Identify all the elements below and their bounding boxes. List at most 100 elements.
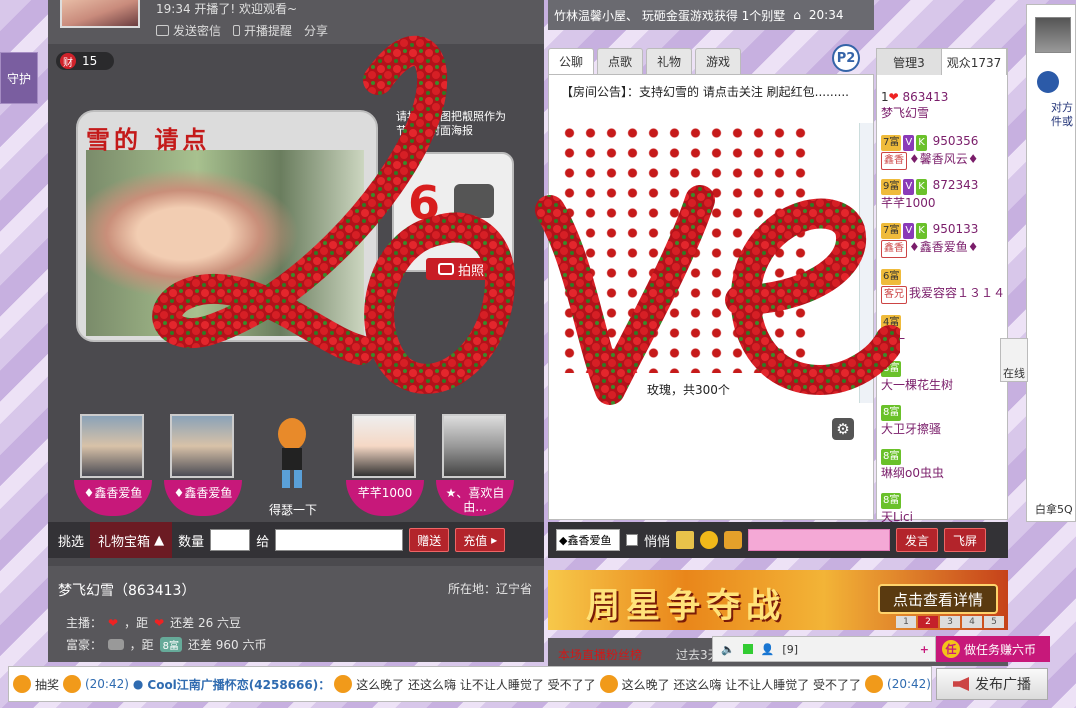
banner-title: 周星争夺战 (586, 586, 786, 626)
whisper-label: 悄悄 (644, 534, 671, 550)
side-text: 对方件或 (1051, 101, 1073, 128)
chat-tabs: 公聊 点歌 礼物 游戏 (548, 48, 874, 74)
video-frame[interactable]: 雪的 请点 (76, 110, 378, 342)
user-row[interactable]: 7富 V K 950133 鑫香 ♦鑫香爱鱼♦ (881, 221, 1005, 258)
guard-slot-1[interactable]: ♦鑫香爱鱼 (74, 414, 152, 516)
chat-scrollbar[interactable] (859, 123, 873, 403)
anchor-level-row: 主播： ❤ ，距 ❤ 还差 26 六豆 (66, 614, 241, 631)
banner-page[interactable]: 1 (896, 616, 916, 628)
task-button[interactable]: 任 做任务赚六币 (936, 636, 1050, 662)
user-row[interactable]: 8富 琳纲o0虫虫 (881, 447, 1005, 481)
live-remind-link[interactable]: 开播提醒 (233, 22, 292, 39)
guard-slot-5[interactable]: ★、喜欢自由... (436, 414, 514, 516)
house-icon: ⌂ (793, 8, 801, 22)
give-button[interactable]: 赠送 (409, 528, 450, 552)
guard-slot-3[interactable]: 得瑟一下 (260, 414, 326, 518)
user-tag: 9富 (881, 179, 902, 195)
ticker-time: (20:42) (887, 677, 931, 691)
send-button[interactable]: 发言 (896, 528, 939, 552)
host-location: 所在地：辽宁省 (447, 582, 532, 596)
guard-slot-4[interactable]: 芊芊1000 (346, 414, 424, 516)
fly-screen-button[interactable]: 飞屏 (944, 528, 987, 552)
face-icon (334, 675, 353, 693)
tab-gifts[interactable]: 礼物 (646, 48, 692, 74)
pick-label: 挑选 (58, 534, 85, 550)
tab-audience[interactable]: 观众1737 (942, 49, 1007, 75)
user-tag: 8富 (881, 449, 902, 465)
recharge-button-label: 充值 (463, 533, 488, 548)
user-row[interactable]: 8富 大卫牙擦骚 (881, 403, 1005, 437)
host-avatar[interactable] (60, 0, 140, 28)
side-avatar[interactable] (1035, 17, 1071, 53)
side-panel: 对方件或 白拿5Q (1026, 4, 1076, 522)
picture-icon[interactable] (676, 531, 695, 549)
week-star-banner[interactable]: 周星争夺战 点击查看详情 1 2 3 4 5 (548, 570, 1008, 630)
treasure-counter[interactable]: 财 15 (56, 52, 114, 70)
user-row[interactable]: 9富 V K 872343 芊芊1000 (881, 177, 1005, 211)
user-row[interactable]: 4富 星一 (881, 313, 1005, 347)
user-name: 琳纲o0虫虫 (881, 466, 944, 480)
user-tag: 6富 (881, 269, 902, 285)
share-link[interactable]: 分享 (304, 22, 328, 39)
banner-detail-button[interactable]: 点击查看详情 (878, 584, 998, 614)
chat-text-field[interactable] (748, 529, 891, 551)
recharge-button[interactable]: 充值 ▸ (455, 528, 506, 552)
user-row[interactable]: 1❤ 863413 梦飞幻雪 (881, 89, 1005, 121)
chat-target-select[interactable]: ◆鑫香爱鱼 (556, 529, 620, 551)
user-tag: K (916, 223, 927, 239)
user-row[interactable]: 8富 天Lici (881, 491, 1005, 525)
publish-broadcast-button[interactable]: 发布广播 (936, 668, 1048, 700)
user-row[interactable]: 8富 大一棵花生树 (881, 359, 1005, 393)
user-tag: 8富 (881, 405, 902, 421)
online-label: 在线 (1003, 367, 1025, 380)
anchor-remain: 还差 26 六豆 (170, 616, 242, 630)
emoji-icon[interactable] (700, 531, 719, 549)
sticker-icon[interactable] (724, 531, 743, 549)
treasure-count: 15 (82, 54, 98, 68)
user-row[interactable]: 7富 V K 950356 鑫香 ♦馨香风云♦ (881, 133, 1005, 170)
tab-public-chat[interactable]: 公聊 (548, 48, 594, 74)
poster-card: 6 (392, 152, 514, 272)
user-tag: 8富 (881, 493, 902, 509)
speaker-icon[interactable]: 🔈 (721, 643, 735, 656)
chat-box[interactable]: 【房间公告】：支持幻雪的 请点击关注 刷起红包......... 玫瑰，共300… (548, 74, 874, 520)
tab-song-request[interactable]: 点歌 (597, 48, 643, 74)
fly-screen-label: 飞屏 (953, 533, 978, 548)
status-icon (742, 644, 753, 654)
guard-avatar (170, 414, 234, 478)
photo-button[interactable]: 拍照 (426, 258, 496, 280)
gift-box-tab[interactable]: 礼物宝箱 ▲ (90, 522, 173, 558)
banner-page[interactable]: 4 (962, 616, 982, 628)
treasure-badge: 财 (60, 53, 76, 69)
eye-icon[interactable] (1037, 71, 1059, 93)
send-message-link[interactable]: 发送密信 (156, 22, 221, 39)
recipient-input[interactable] (275, 529, 404, 551)
plus-icon[interactable]: + (920, 643, 929, 656)
live-remind-label: 开播提醒 (244, 24, 293, 38)
fan-rank-tab[interactable]: 本场直播粉丝榜 (558, 646, 642, 663)
guard-name: 芊芊1000 (346, 480, 424, 516)
guard-slot-2[interactable]: ♦鑫香爱鱼 (164, 414, 242, 516)
guard-tab[interactable]: 守护 (0, 52, 38, 104)
room-notice: 【房间公告】：支持幻雪的 请点击关注 刷起红包......... (561, 85, 849, 99)
user-tag: V (903, 179, 915, 195)
guard-avatar (80, 414, 144, 478)
p2-button[interactable]: P2 (832, 44, 860, 72)
user-tag: 鑫香 (881, 240, 907, 258)
user-id: 863413 (902, 90, 949, 104)
banner-page[interactable]: 2 (918, 616, 938, 628)
banner-page[interactable]: 3 (940, 616, 960, 628)
whisper-checkbox[interactable] (626, 534, 638, 546)
user-icon: 👤 (760, 642, 775, 656)
tab-games[interactable]: 游戏 (695, 48, 741, 74)
banner-page[interactable]: 5 (984, 616, 1004, 628)
gear-icon[interactable]: ⚙ (832, 418, 854, 440)
tab-managers[interactable]: 管理3 (877, 49, 942, 75)
quantity-input[interactable] (210, 529, 251, 551)
phone-icon (233, 25, 241, 36)
online-tab[interactable]: 在线 (1000, 338, 1028, 382)
ticker-user[interactable]: Cool江南广播怀恋(4258666)： (147, 676, 330, 693)
heart-icon: ❤ (888, 90, 899, 104)
user-row[interactable]: 6富 客兄 我爱容容１３１４ (881, 267, 1005, 304)
triangle-up-icon: ▲ (154, 532, 165, 548)
